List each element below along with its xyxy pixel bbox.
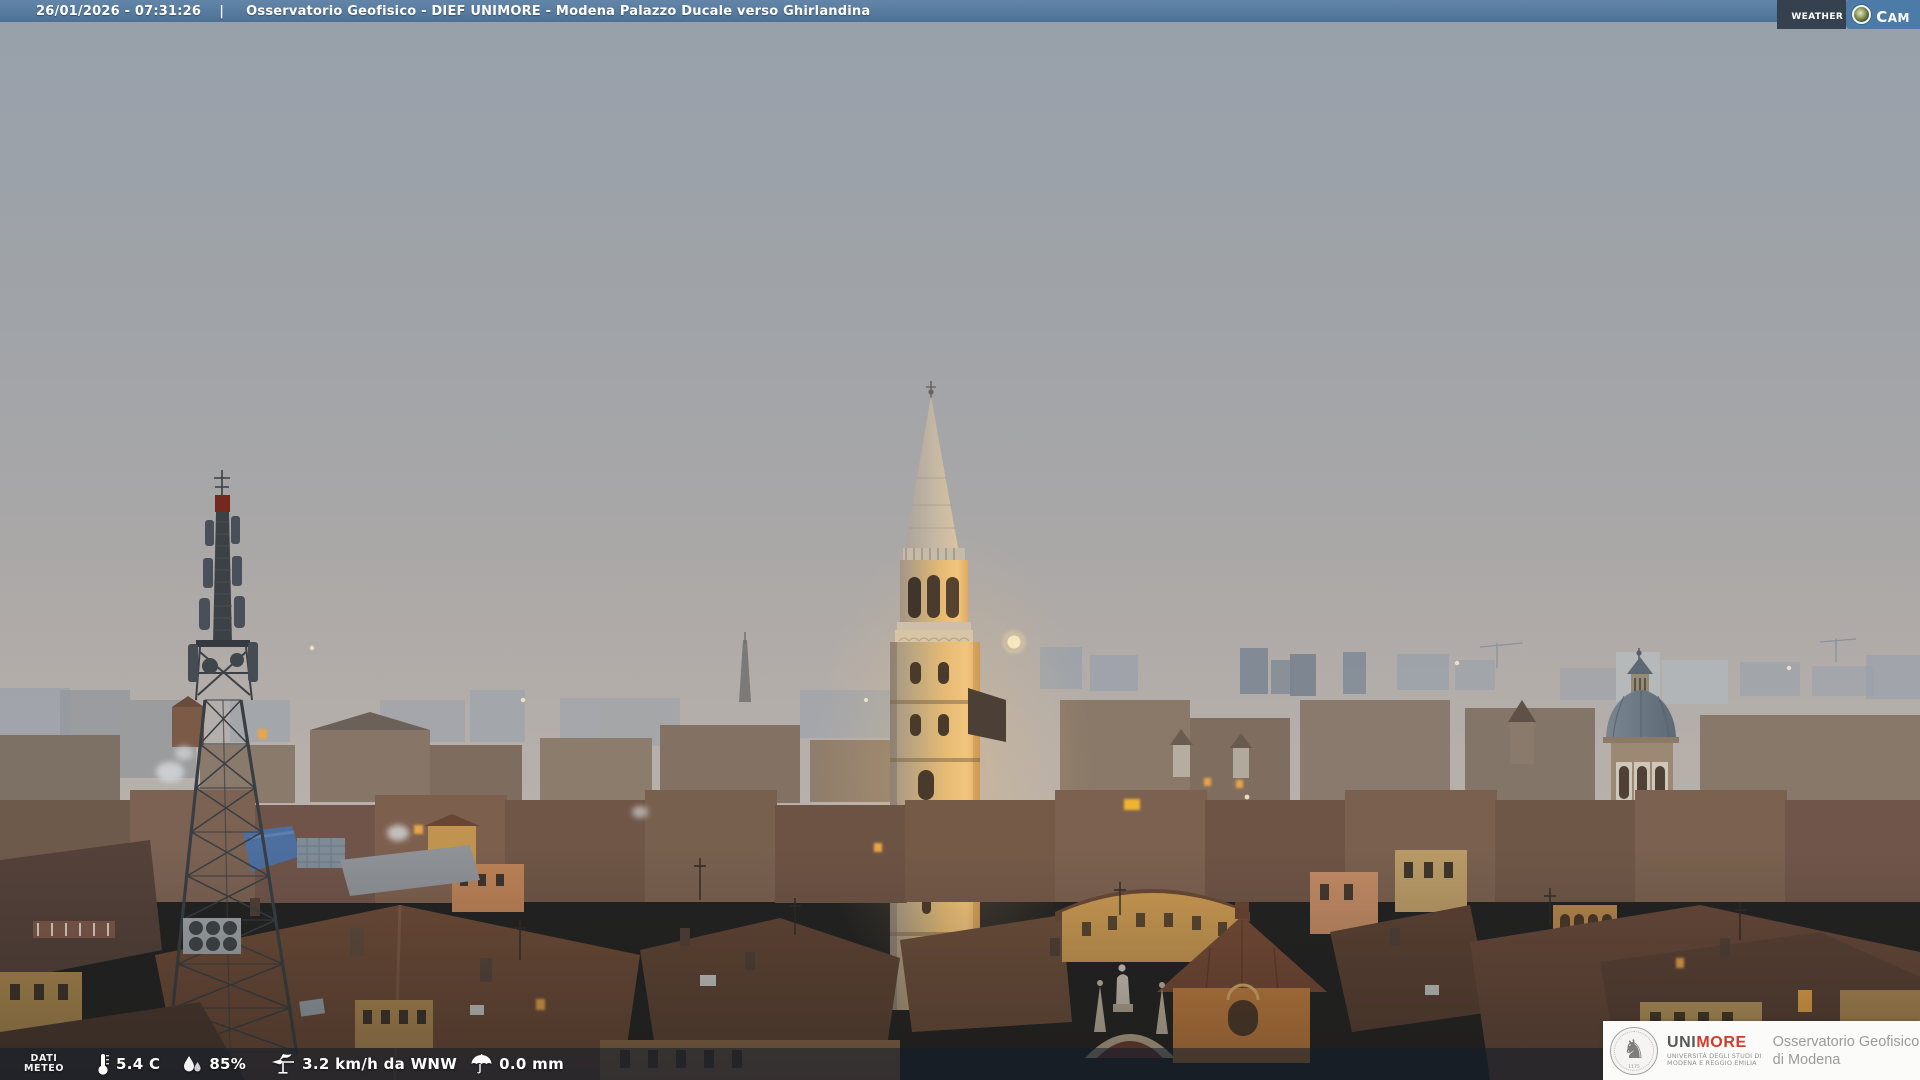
unimore-brand: UNIMORE UNIVERSITÀ DEGLI STUDI DI MODENA… xyxy=(1667,1034,1762,1067)
weathercam-weather-label: Weather xyxy=(1777,0,1847,29)
unimore-seal-logo: ♞ 1175 xyxy=(1610,1026,1658,1075)
weathercam-cam-chip: Cam xyxy=(1846,0,1920,29)
temperature-reading: 5.4 C xyxy=(96,1052,160,1076)
brand-uni: UNI xyxy=(1667,1033,1697,1051)
umbrella-icon xyxy=(471,1053,492,1073)
precipitation-reading: 0.0 mm xyxy=(470,1053,564,1076)
title-bar: 26/01/2026 - 07:31:26 | Osservatorio Geo… xyxy=(0,0,1920,22)
wind-reading: 3.2 km/h da WNW xyxy=(270,1052,457,1076)
university-name-line2: MODENA E REGGIO EMILIA xyxy=(1667,1059,1757,1067)
separator: | xyxy=(219,3,225,19)
knight-icon: ♞ xyxy=(1622,1034,1646,1065)
brand-more: MORE xyxy=(1696,1033,1747,1051)
weathervane-icon xyxy=(272,1054,295,1074)
camera-lens-icon xyxy=(1852,5,1872,24)
weathercam-cam-label: Cam xyxy=(1876,2,1910,27)
weathercam-logo: Weather Cam xyxy=(1777,0,1920,29)
timestamp: 26/01/2026 - 07:31:26 xyxy=(36,3,202,19)
unimore-badge: ♞ 1175 UNIMORE UNIVERSITÀ DEGLI STUDI DI… xyxy=(1603,1021,1920,1080)
webcam-photo xyxy=(0,0,1920,1080)
raindrops-icon xyxy=(184,1056,201,1072)
observatory-name: Osservatorio Geofisico di Modena xyxy=(1772,1033,1920,1068)
wind-value: 3.2 km/h da WNW xyxy=(302,1055,458,1073)
thermometer-icon xyxy=(98,1054,109,1075)
precipitation-value: 0.0 mm xyxy=(499,1055,564,1073)
weather-data-label: DATI METEO xyxy=(24,1053,64,1074)
humidity-value: 85% xyxy=(209,1055,247,1073)
webcam-title: Osservatorio Geofisico - DIEF UNIMORE - … xyxy=(246,3,871,19)
humidity-reading: 85% xyxy=(181,1053,246,1075)
webcam-frame: 26/01/2026 - 07:31:26 | Osservatorio Geo… xyxy=(0,0,1920,1080)
temperature-value: 5.4 C xyxy=(116,1055,161,1073)
